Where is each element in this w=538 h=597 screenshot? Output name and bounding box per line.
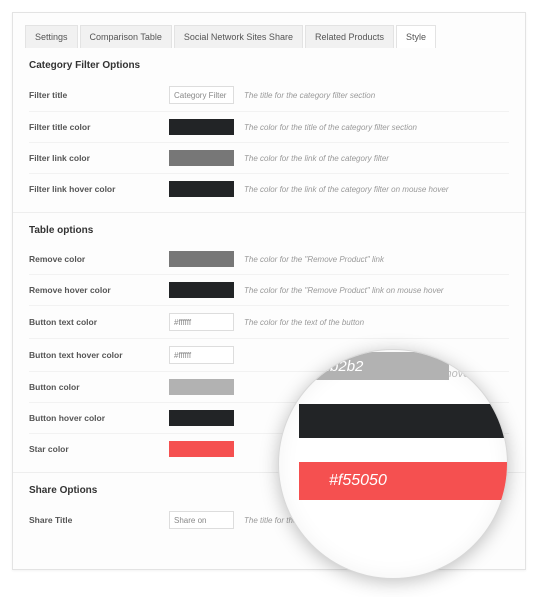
setting-label: Remove color: [29, 254, 169, 264]
setting-row: Filter link hover color The color for the…: [29, 173, 509, 204]
setting-label: Star color: [29, 444, 169, 454]
magnifier-overlay: hover #b2b2b2 #f55050: [278, 349, 508, 579]
setting-desc: The title for the category filter sectio…: [244, 91, 509, 100]
tab-related-products[interactable]: Related Products: [305, 25, 394, 48]
setting-desc: The color for the "Remove Product" link: [244, 255, 509, 264]
setting-label: Button text color: [29, 317, 169, 327]
color-swatch[interactable]: [169, 181, 234, 197]
setting-row: Remove color The color for the "Remove Pr…: [29, 244, 509, 274]
color-swatch[interactable]: [169, 119, 234, 135]
setting-label: Button hover color: [29, 413, 169, 423]
setting-row: Filter title color The color for the titl…: [29, 111, 509, 142]
setting-desc: The color for the link of the category f…: [244, 154, 509, 163]
color-swatch[interactable]: [169, 150, 234, 166]
setting-label: Remove hover color: [29, 285, 169, 295]
tabs-bar: SettingsComparison TableSocial Network S…: [13, 13, 525, 48]
setting-input[interactable]: [169, 313, 234, 331]
setting-input[interactable]: [169, 346, 234, 364]
setting-desc: The color for the "Remove Product" link …: [244, 286, 509, 295]
color-swatch[interactable]: [169, 410, 234, 426]
setting-label: Button color: [29, 382, 169, 392]
setting-input[interactable]: [169, 86, 234, 104]
section-title-category: Category Filter Options: [13, 48, 525, 79]
setting-row: Filter title The title for the category f…: [29, 79, 509, 111]
setting-input[interactable]: [169, 511, 234, 529]
color-swatch[interactable]: [169, 251, 234, 267]
magnifier-swatch-mid: [299, 404, 508, 438]
setting-desc: The color for the text of the button: [244, 318, 509, 327]
setting-label: Filter title color: [29, 122, 169, 132]
magnifier-swatch-bot: #f55050: [299, 462, 508, 500]
setting-label: Filter link hover color: [29, 184, 169, 194]
tab-settings[interactable]: Settings: [25, 25, 78, 48]
setting-label: Button text hover color: [29, 350, 169, 360]
setting-desc: The color for the title of the category …: [244, 123, 509, 132]
color-swatch[interactable]: [169, 441, 234, 457]
setting-label: Filter title: [29, 90, 169, 100]
setting-label: Filter link color: [29, 153, 169, 163]
setting-row: Button text color The color for the text …: [29, 305, 509, 338]
tab-comparison-table[interactable]: Comparison Table: [80, 25, 172, 48]
color-swatch[interactable]: [169, 379, 234, 395]
setting-desc: The color for the link of the category f…: [244, 185, 509, 194]
setting-row: Filter link color The color for the link …: [29, 142, 509, 173]
tab-social-network-sites-share[interactable]: Social Network Sites Share: [174, 25, 303, 48]
setting-label: Share Title: [29, 515, 169, 525]
tab-style[interactable]: Style: [396, 25, 436, 48]
magnifier-swatch-top: #b2b2b2: [278, 352, 449, 380]
section-title-table: Table options: [13, 212, 525, 244]
color-swatch[interactable]: [169, 282, 234, 298]
setting-row: Remove hover color The color for the "Rem…: [29, 274, 509, 305]
